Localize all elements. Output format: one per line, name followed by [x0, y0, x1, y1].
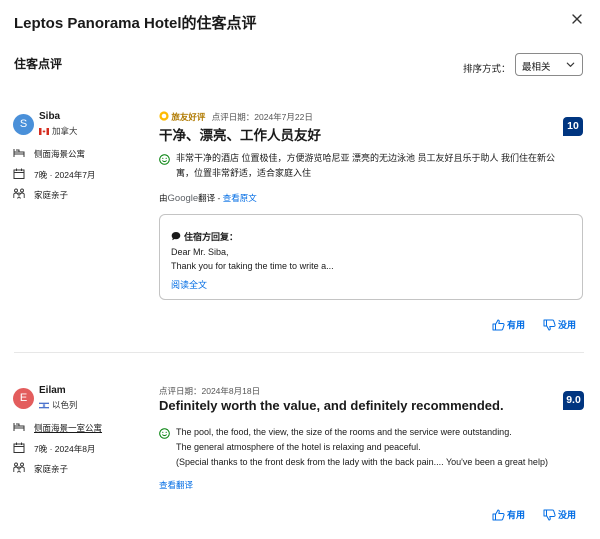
thumbs-up-icon — [492, 509, 505, 521]
reviewer-country: 以色列 — [39, 399, 78, 411]
not-helpful-button[interactable]: 没用 — [543, 318, 576, 331]
read-more-link[interactable]: 阅读全文 — [171, 278, 207, 291]
traveler-type: 家庭亲子 — [34, 464, 69, 474]
country-name: 加拿大 — [52, 126, 78, 136]
reviewer-name: Siba — [39, 111, 61, 122]
avatar: S — [13, 114, 34, 135]
sort-select[interactable]: 最相关 — [515, 53, 583, 76]
review-date: 点评日期：2024年7月22日 — [211, 112, 313, 122]
traveler-type: 家庭亲子 — [34, 190, 69, 200]
review-date: 点评日期：2024年8月18日 — [159, 386, 261, 396]
not-helpful-label: 没用 — [558, 510, 577, 520]
helpful-label: 有用 — [507, 510, 526, 520]
review-score: 9.0 — [563, 391, 584, 410]
translated-by-suffix: 翻译 - — [198, 193, 223, 203]
calendar-icon — [13, 168, 25, 179]
family-icon — [13, 462, 25, 473]
thumbs-up-icon — [492, 319, 505, 331]
bed-icon — [13, 423, 25, 431]
translation-note: 由Google翻译 - 查看原文 — [159, 192, 257, 204]
stay-length: 7晚 · 2024年7月 — [34, 170, 96, 180]
speech-bubble-icon — [171, 232, 181, 241]
helpful-label: 有用 — [507, 320, 526, 330]
review-text-line: The general atmosphere of the hotel is r… — [176, 442, 421, 452]
translated-by-prefix: 由 — [159, 193, 168, 203]
view-original-link[interactable]: 查看原文 — [223, 193, 257, 203]
modal-title: Leptos Panorama Hotel的住客点评 — [14, 15, 257, 32]
country-name: 以色列 — [52, 400, 78, 410]
traveler-badge: 旅友好评 — [171, 112, 206, 122]
room-type[interactable]: 侧面海景一室公寓 — [34, 422, 102, 434]
sort-value: 最相关 — [522, 62, 551, 73]
sort-label: 排序方式： — [463, 64, 511, 75]
review-text-line: (Special thanks to the front desk from t… — [176, 457, 548, 467]
view-translation-link[interactable]: 查看翻译 — [159, 479, 193, 491]
review-score: 10 — [563, 117, 583, 136]
close-icon[interactable] — [568, 10, 586, 28]
helpful-button[interactable]: 有用 — [492, 508, 525, 521]
google-logo: Google — [167, 193, 199, 204]
star-badge-icon — [159, 111, 169, 121]
section-title: 住客点评 — [14, 57, 63, 71]
review-text-line: The pool, the food, the view, the size o… — [176, 427, 512, 437]
chevron-down-icon — [566, 62, 575, 67]
review-text-line: 寓，位置非常舒适，适合家庭入住 — [176, 168, 312, 178]
stay-length: 7晚 · 2024年8月 — [34, 444, 96, 454]
calendar-icon — [13, 442, 25, 453]
family-icon — [13, 188, 25, 199]
not-helpful-label: 没用 — [558, 320, 577, 330]
review-title: Definitely worth the value, and definite… — [159, 398, 504, 413]
review-meta: 旅友好评 点评日期：2024年7月22日 — [159, 111, 313, 123]
review-text-line: 非常干净的酒店 位置极佳，方便游览哈尼亚 漂亮的无边泳池 员工友好且乐于助人 我… — [176, 153, 556, 163]
not-helpful-button[interactable]: 没用 — [543, 508, 576, 521]
room-type: 侧面海景公寓 — [34, 149, 86, 159]
review-divider — [14, 352, 584, 353]
canada-flag-icon — [39, 128, 49, 135]
reviewer-name: Eilam — [39, 385, 66, 396]
smile-icon — [159, 154, 170, 165]
avatar: E — [13, 388, 34, 409]
smile-icon — [159, 428, 170, 439]
review-title: 干净、漂亮、工作人员友好 — [159, 128, 321, 143]
israel-flag-icon — [39, 402, 49, 409]
thumbs-down-icon — [543, 509, 556, 521]
reply-line: Thank you for taking the time to write a… — [171, 261, 334, 271]
helpful-button[interactable]: 有用 — [492, 318, 525, 331]
thumbs-down-icon — [543, 319, 556, 331]
reviewer-country: 加拿大 — [39, 125, 78, 137]
reply-line: Dear Mr. Siba, — [171, 247, 229, 257]
reply-heading: 住宿方回复： — [184, 232, 239, 242]
reply-header: 住宿方回复： — [171, 227, 238, 245]
property-reply-box: 住宿方回复： Dear Mr. Siba, Thank you for taki… — [159, 214, 583, 300]
bed-icon — [13, 149, 25, 157]
